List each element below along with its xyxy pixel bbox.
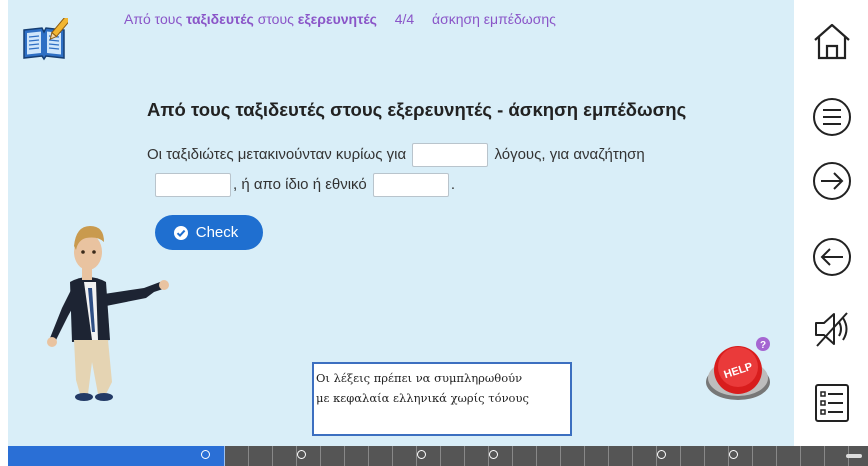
timeline-segment[interactable] — [632, 446, 657, 466]
mute-icon[interactable] — [811, 308, 853, 350]
blank-input-1[interactable] — [412, 143, 489, 168]
timeline-segment[interactable] — [752, 446, 777, 466]
home-icon[interactable] — [811, 20, 853, 62]
note-line-1: Οι λέξεις πρέπει να συμπληρωθούν — [316, 371, 523, 385]
breadcrumb-part2: στους — [257, 11, 294, 27]
fill-in-sentence: Οι ταξιδιώτες μετακινούνταν κυρίως για λ… — [147, 140, 717, 200]
timeline-segment[interactable] — [272, 446, 297, 466]
timeline-segment[interactable] — [80, 446, 105, 466]
back-arrow-icon[interactable] — [811, 236, 853, 278]
sentence-text-4: . — [450, 176, 456, 193]
timeline-segment[interactable] — [104, 446, 129, 466]
next-arrow-icon[interactable] — [811, 160, 853, 202]
check-button-label: Check — [195, 224, 239, 241]
list-icon[interactable] — [811, 382, 853, 424]
page-counter: 4/4 — [394, 11, 415, 27]
timeline-segment[interactable] — [680, 446, 705, 466]
breadcrumb-title: Από τους ταξιδευτές στους εξερευνητές 4/… — [124, 11, 556, 27]
timeline-segment[interactable] — [608, 446, 633, 466]
timeline-segment[interactable] — [704, 446, 729, 466]
timeline-segment[interactable] — [344, 446, 369, 466]
timeline-marker[interactable] — [201, 450, 210, 459]
timeline-segment[interactable] — [584, 446, 609, 466]
timeline-segment[interactable] — [536, 446, 561, 466]
progress-timeline[interactable] — [8, 446, 868, 466]
timeline-segment[interactable] — [176, 446, 201, 466]
breadcrumb-subtitle: άσκηση εμπέδωσης — [431, 11, 556, 27]
timeline-segment[interactable] — [128, 446, 153, 466]
breadcrumb-bold1: ταξιδευτές — [186, 11, 254, 27]
scroll-indicator[interactable] — [846, 454, 862, 458]
timeline-segment[interactable] — [776, 446, 801, 466]
timeline-segment[interactable] — [320, 446, 345, 466]
exercise-title: Από τους ταξιδευτές στους εξερευνητές - … — [147, 99, 687, 120]
instruction-note: Οι λέξεις πρέπει να συμπληρωθούν με κεφα… — [312, 362, 572, 436]
timeline-segment[interactable] — [464, 446, 489, 466]
breadcrumb-part1: Από τους — [124, 11, 183, 27]
timeline-marker[interactable] — [417, 450, 426, 459]
sentence-text-2: λόγους, για αναζήτηση — [494, 146, 645, 163]
timeline-segment[interactable] — [152, 446, 177, 466]
blank-input-3[interactable] — [372, 173, 449, 198]
timeline-segment[interactable] — [32, 446, 57, 466]
sentence-text-1: Οι ταξιδιώτες μετακινούνταν κυρίως για — [147, 146, 407, 163]
timeline-segment[interactable] — [392, 446, 417, 466]
book-pencil-icon — [23, 18, 68, 61]
navigation-sidebar — [794, 0, 868, 446]
help-badge: ? — [760, 340, 766, 351]
breadcrumb-bold2: εξερευνητές — [297, 11, 377, 27]
sentence-text-3: , ή απο ίδιο ή εθνικό — [233, 176, 367, 193]
menu-icon[interactable] — [811, 96, 853, 138]
timeline-marker[interactable] — [657, 450, 666, 459]
help-button[interactable]: HELP ? — [702, 334, 782, 404]
timeline-segment[interactable] — [368, 446, 393, 466]
note-line-2: με κεφαλαία ελληνικά χωρίς τόνους — [316, 391, 529, 405]
timeline-marker[interactable] — [489, 450, 498, 459]
timeline-segment[interactable] — [248, 446, 273, 466]
timeline-segment[interactable] — [224, 446, 249, 466]
lesson-stage: Από τους ταξιδευτές στους εξερευνητές 4/… — [8, 0, 794, 446]
blank-input-2[interactable] — [155, 173, 231, 198]
timeline-marker[interactable] — [729, 450, 738, 459]
timeline-segment[interactable] — [8, 446, 33, 466]
timeline-segment[interactable] — [800, 446, 825, 466]
timeline-segment[interactable] — [56, 446, 81, 466]
pointing-character-illustration — [47, 226, 169, 401]
timeline-marker[interactable] — [297, 450, 306, 459]
timeline-segment[interactable] — [512, 446, 537, 466]
timeline-segment[interactable] — [560, 446, 585, 466]
timeline-segment[interactable] — [440, 446, 465, 466]
